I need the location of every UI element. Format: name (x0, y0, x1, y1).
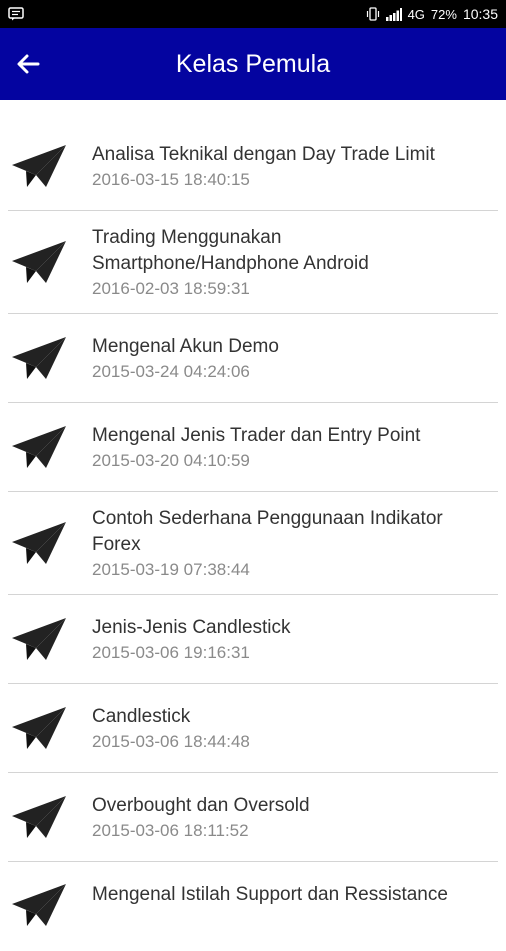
paper-plane-icon (12, 884, 66, 926)
item-date: 2015-03-20 04:10:59 (92, 450, 250, 470)
item-date: 2015-03-24 04:24:06 (92, 361, 250, 381)
network-type: 4G (407, 6, 425, 22)
item-date: 2015-03-06 18:44:48 (92, 731, 250, 751)
status-bar: 4G 72% 10:35 (0, 0, 506, 28)
list-item[interactable]: Mengenal Akun Demo 2015-03-24 04:24:06 (8, 314, 498, 403)
item-title: Candlestick (92, 705, 191, 727)
battery-level: 72% (430, 6, 457, 22)
list-item[interactable]: Trading Menggunakan Smartphone/Handphone… (8, 211, 498, 314)
item-date: 2016-02-03 18:59:31 (92, 278, 250, 298)
item-title: Jenis-Jenis Candlestick (92, 616, 291, 638)
item-date: 2015-03-06 18:11:52 (92, 820, 249, 840)
list-item[interactable]: Analisa Teknikal dengan Day Trade Limit … (8, 122, 498, 211)
list-item[interactable]: Jenis-Jenis Candlestick 2015-03-06 19:16… (8, 595, 498, 684)
item-title: Overbought dan Oversold (92, 794, 310, 816)
lesson-list: Analisa Teknikal dengan Day Trade Limit … (0, 122, 506, 951)
item-title: Analisa Teknikal dengan Day Trade Limit (92, 143, 435, 165)
paper-plane-icon (12, 618, 66, 660)
app-bar: Kelas Pemula (0, 28, 506, 100)
list-item[interactable]: Mengenal Istilah Support dan Ressistance (8, 862, 498, 951)
item-title: Trading Menggunakan Smartphone/Handphone… (92, 226, 369, 274)
list-item[interactable]: Candlestick 2015-03-06 18:44:48 (8, 684, 498, 773)
paper-plane-icon (12, 796, 66, 838)
paper-plane-icon (12, 426, 66, 468)
item-date: 2015-03-19 07:38:44 (92, 559, 250, 579)
paper-plane-icon (12, 145, 66, 187)
signal-icon (385, 7, 402, 21)
item-date: 2016-03-15 18:40:15 (92, 169, 250, 189)
paper-plane-icon (12, 337, 66, 379)
message-notification-icon (8, 7, 24, 21)
item-title: Mengenal Istilah Support dan Ressistance (92, 884, 448, 905)
item-title: Contoh Sederhana Penggunaan Indikator Fo… (92, 507, 443, 555)
paper-plane-icon (12, 522, 66, 564)
paper-plane-icon (12, 707, 66, 749)
paper-plane-icon (12, 241, 66, 283)
clock: 10:35 (462, 6, 498, 22)
list-item[interactable]: Overbought dan Oversold 2015-03-06 18:11… (8, 773, 498, 862)
arrow-left-icon (17, 54, 40, 74)
item-title: Mengenal Jenis Trader dan Entry Point (92, 424, 421, 446)
item-date: 2015-03-06 19:16:31 (92, 642, 250, 662)
back-button[interactable] (14, 50, 42, 78)
vibrate-icon (366, 7, 379, 21)
item-title: Mengenal Akun Demo (92, 335, 279, 357)
list-item[interactable]: Mengenal Jenis Trader dan Entry Point 20… (8, 403, 498, 492)
list-item[interactable]: Contoh Sederhana Penggunaan Indikator Fo… (8, 492, 498, 595)
page-title: Kelas Pemula (175, 49, 331, 78)
